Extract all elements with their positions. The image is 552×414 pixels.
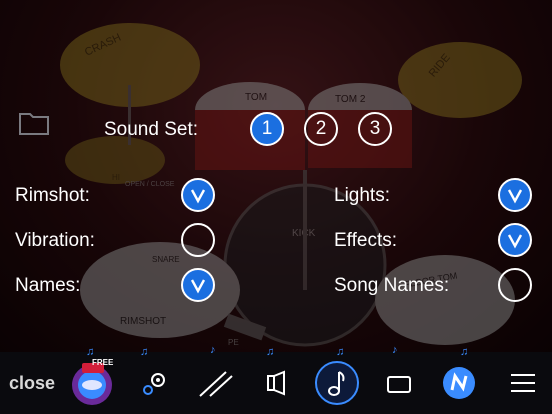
names-setting-label: Names: [15,275,81,296]
sound-set-3-button[interactable]: 3 [358,112,392,146]
close-label: close [8,372,56,393]
dim-overlay [0,0,552,352]
song-names-toggle[interactable] [498,268,532,302]
music-note-decoration: ♫ [266,346,275,358]
speaker-button[interactable] [255,352,303,414]
window-icon [387,376,411,393]
brand-button[interactable] [436,352,482,414]
names-toggle[interactable] [181,268,215,302]
lights-setting-label: Lights: [334,185,390,206]
close-button[interactable]: close [6,352,58,414]
music-note-icon [315,361,359,405]
sound-set-2-button[interactable]: 2 [304,112,338,146]
rimshot-toggle[interactable] [181,178,215,212]
rimshot-setting-label: Rimshot: [15,185,90,206]
menu-icon [511,374,535,392]
bottom-toolbar: close FREE ♫ ♫ ♪ ♫ ♫ ♪ ♫ [0,344,552,414]
music-note-decoration: ♫ [460,346,469,358]
window-button[interactable] [376,352,422,414]
drumsticks-icon [199,371,233,397]
check-icon [507,189,523,204]
menu-button[interactable] [500,352,546,414]
folder-icon[interactable] [18,110,50,136]
settings-button[interactable] [130,352,180,414]
effects-toggle[interactable] [498,223,532,257]
check-icon [190,189,206,204]
speaker-icon [267,370,285,396]
drum-kit-background: CRASH RIDE HI OPEN / CLOSE TOM TOM 2 KIC… [0,0,552,352]
music-note-decoration: ♪ [392,344,398,356]
free-badge: FREE [92,358,114,367]
song-names-setting-label: Song Names: [334,275,450,296]
music-note-decoration: ♪ [210,344,216,356]
sound-set-label: Sound Set: [104,119,199,140]
drumsticks-button[interactable] [190,352,240,414]
settings-icon [143,373,165,395]
music-note-decoration: ♫ [140,346,149,358]
vibration-toggle[interactable] [181,223,215,257]
music-note-decoration: ♫ [336,346,345,358]
vibration-setting-label: Vibration: [15,230,95,251]
music-note-button[interactable] [312,352,362,414]
check-icon [190,279,206,294]
check-icon [507,234,523,249]
free-app-button[interactable]: FREE [64,352,120,414]
sound-set-1-button[interactable]: 1 [250,112,284,146]
effects-setting-label: Effects: [334,230,398,251]
brand-logo-icon [443,367,475,399]
lights-toggle[interactable] [498,178,532,212]
music-note-decoration: ♫ [86,346,95,358]
